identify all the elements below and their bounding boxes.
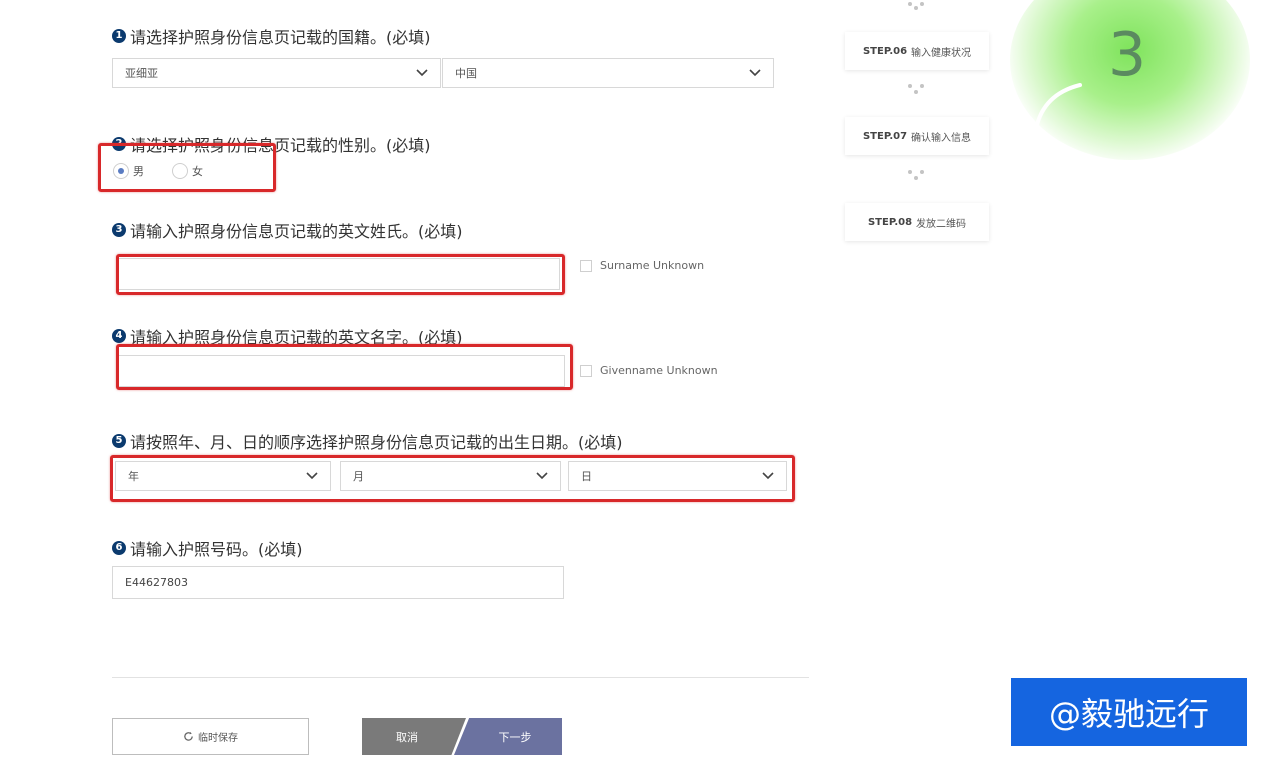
cancel-button[interactable]: 取消 — [362, 718, 466, 755]
temporary-save-label: 临时保存 — [198, 733, 238, 744]
question-3-text: 请输入护照身份信息页记载的英文姓氏。(必填) — [130, 222, 463, 241]
question-4-text: 请输入护照身份信息页记载的英文名字。(必填) — [130, 328, 463, 347]
gender-male-option[interactable]: 男 — [113, 163, 144, 179]
country-select-value: 中国 — [455, 67, 477, 80]
givenname-unknown-option[interactable]: Givenname Unknown — [580, 364, 718, 377]
step-item: STEP.08 发放二维码 — [845, 203, 989, 241]
givenname-unknown-label: Givenname Unknown — [600, 364, 718, 377]
step-badge-number: 3 — [1108, 20, 1147, 90]
step-connector-dots — [905, 168, 929, 184]
watermark: @毅驰远行 — [1011, 678, 1247, 746]
temporary-save-button[interactable]: 临时保存 — [112, 718, 309, 755]
step-connector-dots — [905, 82, 929, 98]
surname-unknown-label: Surname Unknown — [600, 259, 705, 272]
step-number: STEP.08 — [867, 216, 913, 228]
chevron-down-icon — [306, 472, 318, 480]
chevron-down-icon — [762, 472, 774, 480]
question-5-text: 请按照年、月、日的顺序选择护照身份信息页记载的出生日期。(必填) — [130, 433, 623, 452]
radio-button-selected[interactable] — [113, 163, 129, 179]
step-number: STEP.07 — [862, 130, 908, 142]
birth-year-value: 年 — [128, 470, 139, 483]
step-number: STEP.06 — [862, 45, 908, 57]
question-5-label: 5 请按照年、月、日的顺序选择护照身份信息页记载的出生日期。(必填) — [112, 429, 623, 453]
divider — [112, 677, 809, 678]
question-1-label: 1 请选择护照身份信息页记载的国籍。(必填) — [112, 24, 431, 48]
refresh-icon — [184, 731, 193, 741]
step-item: STEP.06 输入健康状况 — [845, 32, 989, 70]
question-number-badge: 3 — [112, 223, 126, 237]
step-label: 发放二维码 — [916, 218, 967, 230]
question-number-badge: 4 — [112, 329, 126, 343]
question-number-badge: 2 — [112, 137, 126, 151]
cancel-label: 取消 — [396, 730, 418, 744]
surname-input[interactable] — [118, 258, 560, 290]
step-label: 输入健康状况 — [911, 47, 972, 59]
gender-female-option[interactable]: 女 — [172, 163, 203, 179]
region-select[interactable]: 亚细亚 — [112, 58, 441, 88]
region-select-value: 亚细亚 — [125, 67, 158, 80]
chevron-down-icon — [749, 69, 761, 77]
question-2-label: 2 请选择护照身份信息页记载的性别。(必填) — [112, 132, 431, 156]
badge-arc-icon — [1033, 83, 1082, 137]
next-step-button[interactable]: 下一步 — [454, 718, 562, 755]
question-6-label: 6 请输入护照号码。(必填) — [112, 536, 303, 560]
chevron-down-icon — [416, 69, 428, 77]
question-6-text: 请输入护照号码。(必填) — [130, 540, 303, 559]
birth-day-select[interactable]: 日 — [568, 461, 787, 491]
question-number-badge: 5 — [112, 434, 126, 448]
question-number-badge: 1 — [112, 29, 126, 43]
surname-unknown-option[interactable]: Surname Unknown — [580, 259, 704, 272]
question-3-label: 3 请输入护照身份信息页记载的英文姓氏。(必填) — [112, 218, 463, 242]
question-2-text: 请选择护照身份信息页记载的性别。(必填) — [130, 136, 431, 155]
next-step-label: 下一步 — [498, 730, 532, 744]
birth-month-select[interactable]: 月 — [340, 461, 561, 491]
birth-year-select[interactable]: 年 — [115, 461, 331, 491]
radio-button[interactable] — [172, 163, 188, 179]
gender-female-label: 女 — [192, 165, 203, 178]
givenname-unknown-checkbox[interactable] — [580, 364, 592, 377]
chevron-down-icon — [536, 472, 548, 480]
surname-unknown-checkbox[interactable] — [580, 259, 592, 272]
step-item: STEP.07 确认输入信息 — [845, 117, 989, 155]
step-label: 确认输入信息 — [911, 132, 972, 144]
question-1-text: 请选择护照身份信息页记载的国籍。(必填) — [130, 28, 431, 47]
gender-male-label: 男 — [133, 165, 144, 178]
givenname-input[interactable] — [118, 355, 565, 387]
passport-number-input[interactable]: E44627803 — [112, 566, 564, 599]
question-4-label: 4 请输入护照身份信息页记载的英文名字。(必填) — [112, 324, 463, 348]
birth-day-value: 日 — [581, 470, 592, 483]
country-select[interactable]: 中国 — [442, 58, 774, 88]
birth-month-value: 月 — [353, 470, 364, 483]
question-number-badge: 6 — [112, 541, 126, 555]
step-connector-dots — [905, 0, 929, 12]
